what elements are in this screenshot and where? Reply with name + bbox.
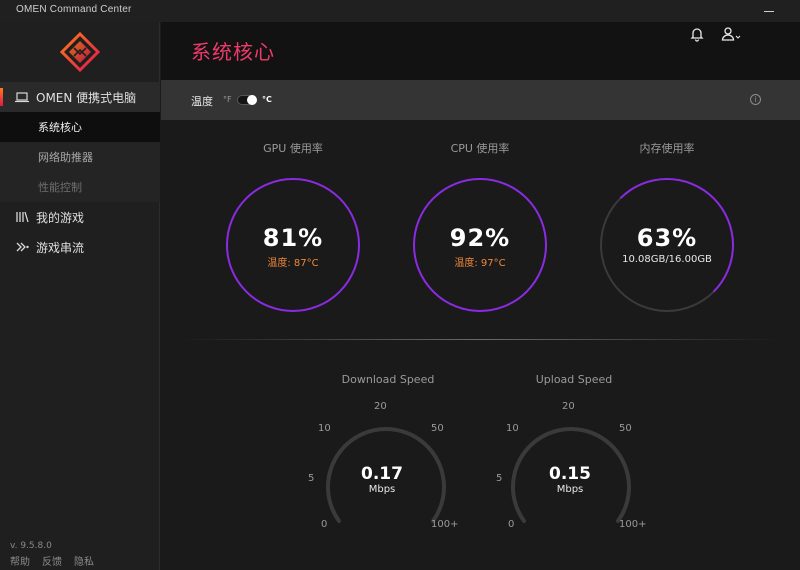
sidebar-item-label: 性能控制 — [38, 181, 82, 194]
download-speed-value: 0.17 — [361, 464, 403, 484]
page-title: 系统核心 — [191, 40, 275, 64]
laptop-icon — [14, 89, 30, 105]
info-icon[interactable]: i — [750, 94, 761, 105]
omen-logo[interactable] — [0, 22, 160, 82]
app-title: OMEN Command Center — [16, 4, 132, 15]
sidebar-item-label: 网络助推器 — [38, 151, 93, 164]
cpu-temperature: 温度: 97°C — [454, 258, 506, 269]
temperature-bar: 温度 °F °C i — [161, 80, 800, 120]
gauge-tick-label: 0 — [321, 519, 328, 530]
upload-speed-unit: Mbps — [556, 484, 584, 495]
omen-logo-icon — [60, 32, 100, 72]
page-header: 系统核心 — [161, 22, 800, 80]
sidebar-subitem-performance-control: 性能控制 — [0, 172, 160, 202]
help-link[interactable]: 帮助 — [10, 553, 30, 568]
memory-usage-value: 63% — [636, 224, 698, 252]
sidebar-subitem-system-core[interactable]: 系统核心 — [0, 112, 160, 142]
gauge-tick-label: 20 — [374, 401, 387, 412]
temperature-unit-toggle[interactable] — [237, 95, 257, 105]
gauge-tick-label: 50 — [431, 423, 444, 434]
gauge-tick-label: 0 — [508, 519, 515, 530]
minimize-button[interactable] — [760, 3, 778, 19]
title-bar: OMEN Command Center — [0, 0, 800, 22]
cpu-usage-value: 92% — [449, 224, 511, 252]
sidebar-item-label: 我的游戏 — [36, 210, 85, 225]
sidebar-subitem-network-booster[interactable]: 网络助推器 — [0, 142, 160, 172]
user-icon — [721, 27, 741, 41]
gauge-tick-label: 10 — [318, 423, 331, 434]
sidebar-item-label: OMEN 便携式电脑 — [36, 90, 137, 105]
upload-speed-value: 0.15 — [549, 464, 591, 484]
active-indicator — [0, 88, 3, 106]
download-speed-unit: Mbps — [368, 484, 396, 495]
upload-speed-title: Upload Speed — [535, 373, 613, 386]
sidebar-item-my-games[interactable]: 我的游戏 — [0, 202, 160, 232]
gpu-usage-value: 81% — [262, 224, 324, 252]
sidebar: OMEN 便携式电脑 系统核心 网络助推器 性能控制 我的游戏 游戏串流 v. … — [0, 22, 160, 570]
version-label: v. 9.5.8.0 — [10, 541, 52, 551]
memory-usage-title: 内存使用率 — [639, 142, 695, 155]
download-speed-title: Download Speed — [341, 373, 435, 386]
section-divider — [181, 339, 781, 340]
gauge-tick-label: 5 — [308, 473, 315, 484]
cpu-usage-title: CPU 使用率 — [450, 142, 510, 155]
gauge-tick-label: 100+ — [619, 519, 647, 530]
library-icon — [14, 209, 30, 225]
gpu-usage-title: GPU 使用率 — [263, 142, 323, 155]
system-core-panel: GPU 使用率 81% 温度: 87°C CPU 使用率 92% 温度: 97°… — [161, 120, 800, 570]
bell-icon — [690, 28, 704, 42]
temperature-label: 温度 — [191, 95, 213, 108]
gauge-tick-label: 50 — [619, 423, 632, 434]
stream-icon — [14, 239, 30, 255]
account-button[interactable] — [721, 26, 743, 46]
sidebar-item-label: 游戏串流 — [36, 240, 85, 255]
sidebar-item-device[interactable]: OMEN 便携式电脑 — [0, 82, 160, 112]
gpu-temperature: 温度: 87°C — [267, 258, 319, 269]
gauge-tick-label: 10 — [506, 423, 519, 434]
gauge-tick-label: 5 — [496, 473, 503, 484]
feedback-link[interactable]: 反馈 — [42, 553, 62, 568]
celsius-label: °C — [262, 95, 272, 104]
memory-amount: 10.08GB/16.00GB — [622, 254, 712, 265]
fahrenheit-label: °F — [223, 95, 232, 104]
notification-button[interactable] — [689, 26, 705, 46]
privacy-link[interactable]: 隐私 — [74, 553, 94, 568]
sidebar-item-label: 系统核心 — [38, 121, 82, 134]
toggle-knob — [247, 95, 257, 105]
gauge-tick-label: 20 — [562, 401, 575, 412]
sidebar-item-game-streaming[interactable]: 游戏串流 — [0, 232, 160, 262]
footer-links: 帮助 反馈 隐私 — [10, 553, 94, 568]
gauge-tick-label: 100+ — [431, 519, 459, 530]
